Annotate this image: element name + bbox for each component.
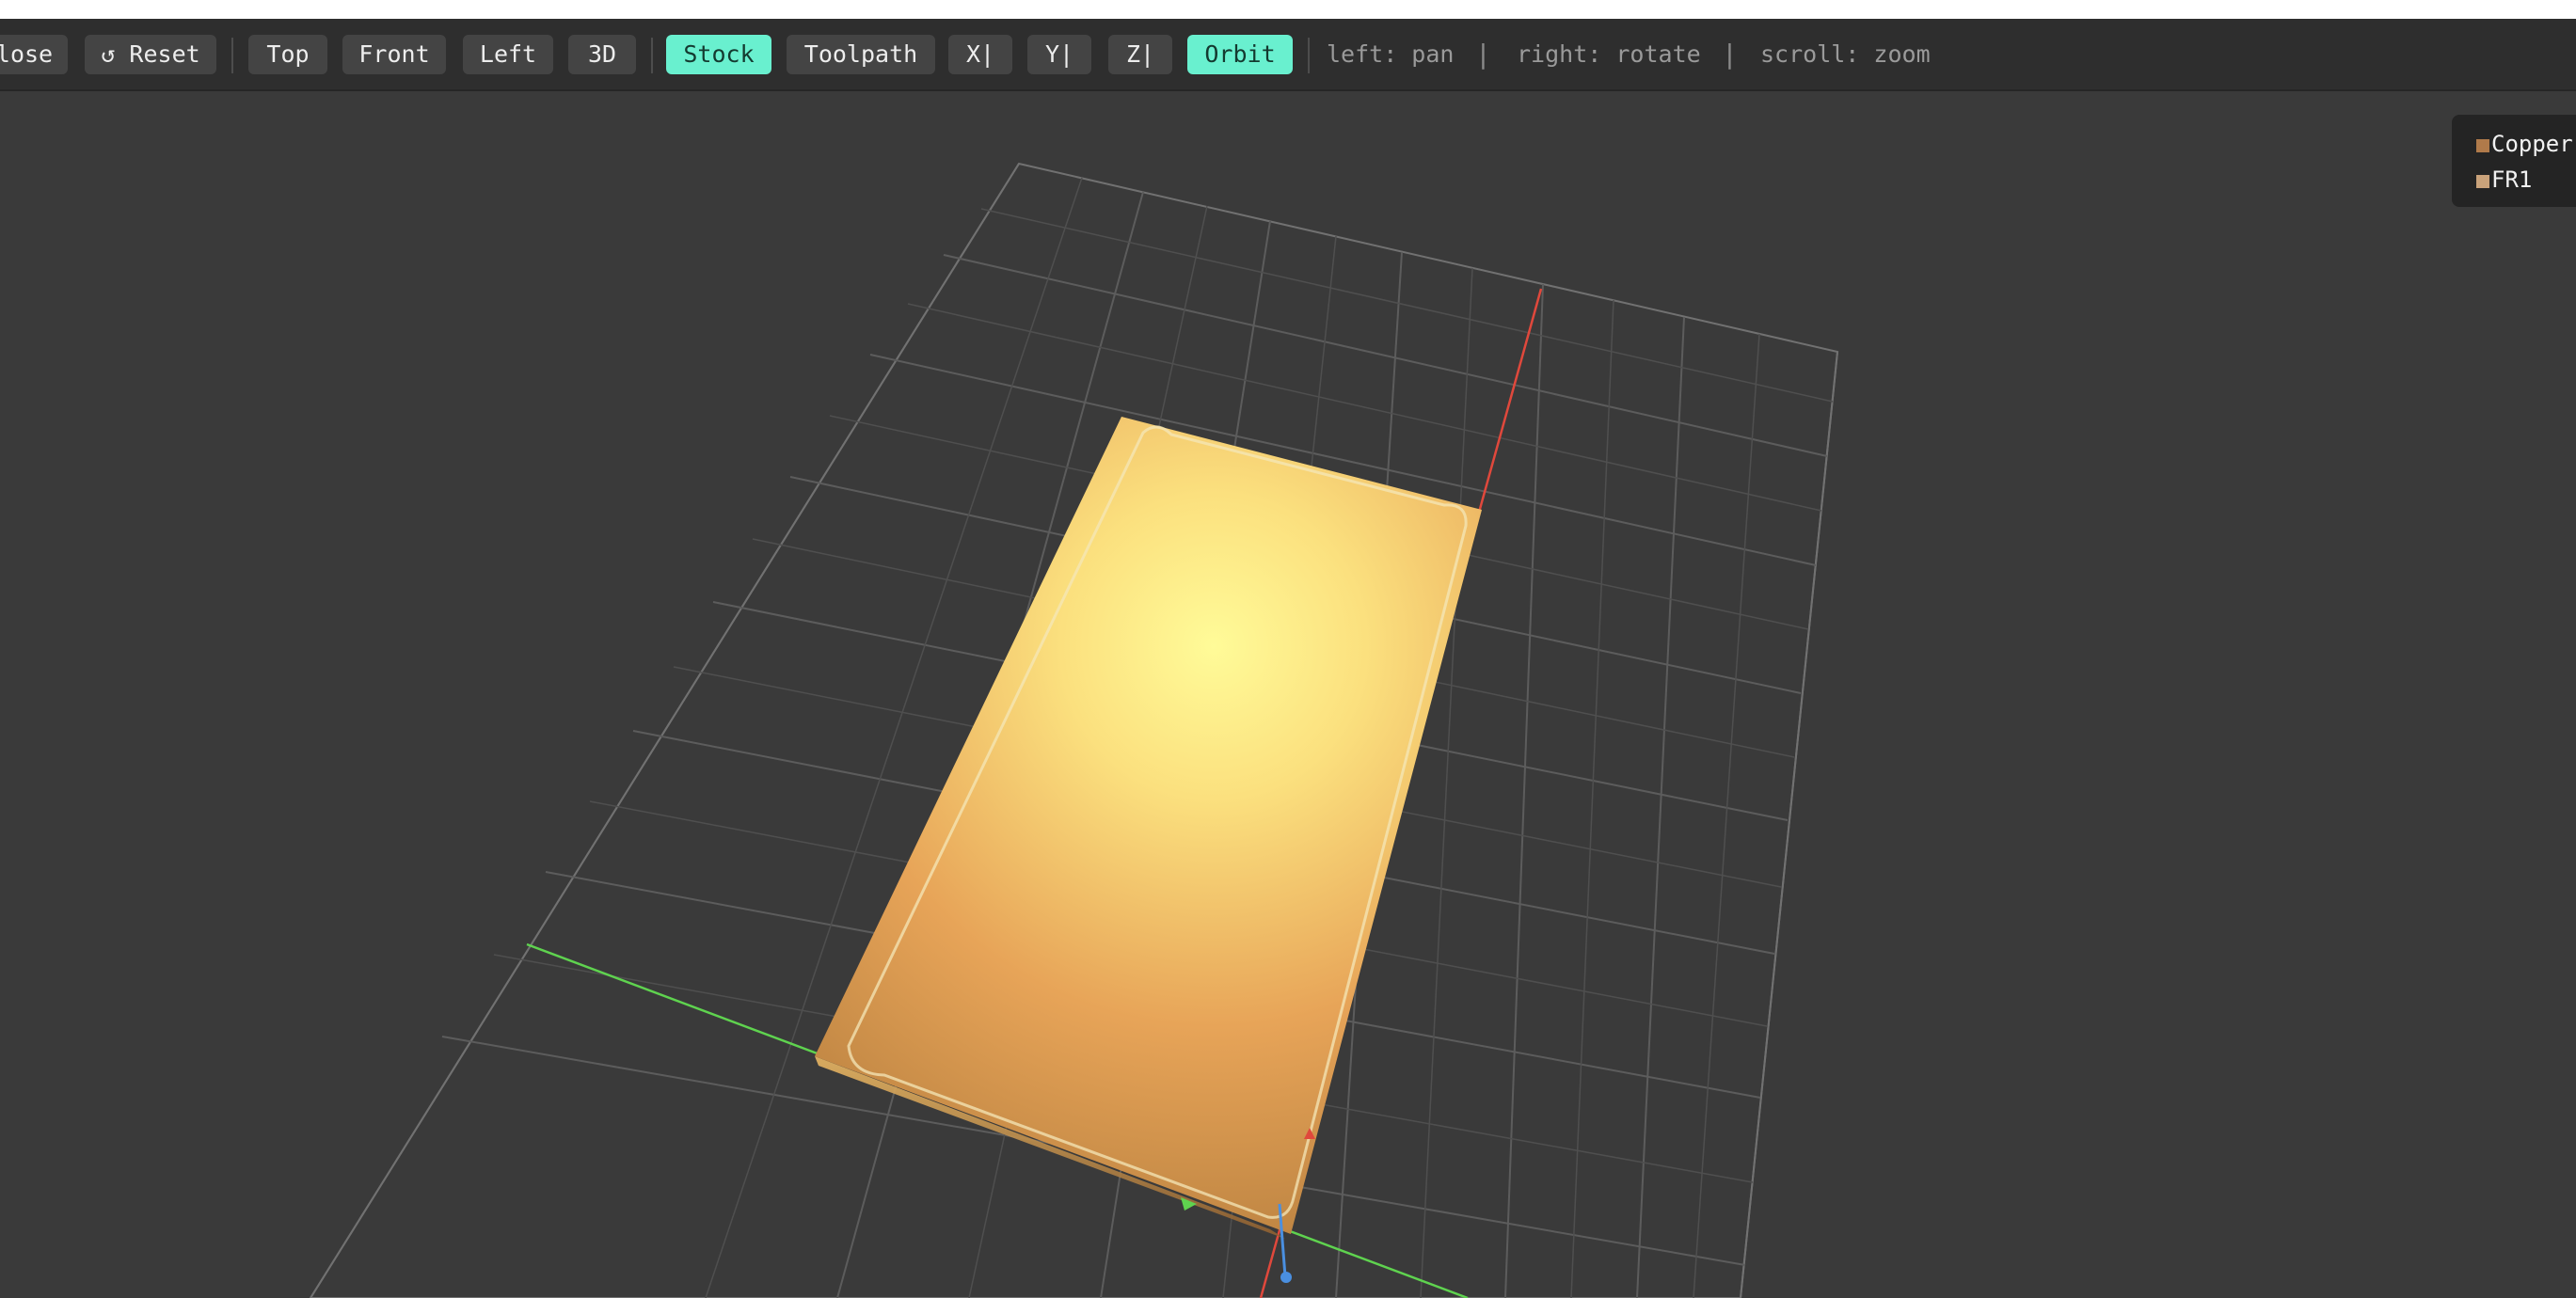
z-axis-handle [1280,1272,1292,1283]
toolpath-toggle-button[interactable]: Toolpath [787,35,935,74]
axis-y-button[interactable]: Y| [1027,35,1091,74]
close-button[interactable]: lose [0,35,68,74]
toolbar-divider [231,38,233,73]
hint-separator: | [1722,39,1738,70]
legend-label: FR1 [2491,166,2533,193]
view-front-button[interactable]: Front [342,35,446,74]
window-top-edge [0,0,2576,19]
reset-button[interactable]: ↺ Reset [85,35,216,74]
pcb-board[interactable] [815,417,1482,1234]
fr1-swatch-icon [2476,175,2489,188]
toolbar-divider [651,38,653,73]
scene-canvas[interactable] [0,91,2576,1298]
hint-separator: | [1475,39,1491,70]
view-left-button[interactable]: Left [463,35,553,74]
viewer-toolbar: lose ↺ Reset Top Front Left 3D Stock Too… [0,19,2576,91]
legend-item-fr1: FR1 [2476,162,2576,198]
copper-swatch-icon [2476,139,2489,152]
hint-rotate: right: rotate [1517,40,1701,68]
orbit-toggle-button[interactable]: Orbit [1187,35,1293,74]
hint-zoom: scroll: zoom [1760,40,1931,68]
3d-viewport[interactable] [0,91,2576,1298]
view-3d-button[interactable]: 3D [568,35,636,74]
toolbar-divider [1308,38,1310,73]
legend-label: Copper [2491,131,2573,157]
axis-z-button[interactable]: Z| [1108,35,1172,74]
legend-item-copper: Copper [2476,126,2576,162]
view-top-button[interactable]: Top [248,35,327,74]
material-legend: Copper FR1 [2452,115,2576,207]
hint-pan: left: pan [1327,40,1455,68]
axis-x-button[interactable]: X| [948,35,1012,74]
stock-toggle-button[interactable]: Stock [666,35,771,74]
